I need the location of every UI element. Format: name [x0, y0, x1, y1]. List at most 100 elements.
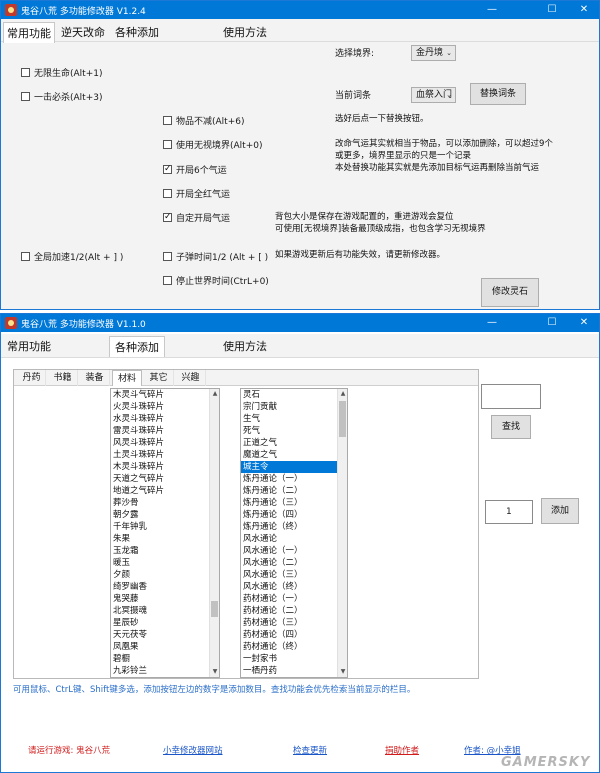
quantity-input[interactable]: 1 — [485, 500, 533, 524]
list-item[interactable]: 生气 — [241, 413, 347, 425]
scroll-down-icon[interactable]: ▼ — [210, 667, 219, 677]
list-item[interactable]: 风水通论（终） — [241, 581, 347, 593]
list-item[interactable]: 木灵斗气碎片 — [111, 389, 219, 401]
scroll-thumb[interactable] — [339, 401, 346, 437]
list-item[interactable]: 星辰砂 — [111, 617, 219, 629]
items-list[interactable]: 灵石 宗门贡献 生气 死气 正道之气 魔道之气 城主令 炼丹通论（一） 炼丹通论（二） 炼丹通论（… — [240, 388, 348, 678]
list-item[interactable]: 死气 — [241, 425, 347, 437]
scroll-up-icon[interactable]: ▲ — [338, 389, 347, 399]
list-item[interactable]: 葬沙骨 — [111, 497, 219, 509]
checkbox-box[interactable] — [21, 252, 30, 261]
checkbox-box[interactable] — [163, 252, 172, 261]
checkbox-global-speed[interactable]: 全局加速1/2(Alt + ] ) — [21, 252, 123, 264]
list-item[interactable]: 木灵斗珠碎片 — [111, 461, 219, 473]
check-update-link[interactable]: 检查更新 — [293, 744, 327, 756]
checkbox-box[interactable] — [163, 163, 172, 175]
scroll-down-icon[interactable]: ▼ — [338, 667, 347, 677]
list-item[interactable]: 凤凰果 — [111, 641, 219, 653]
checkbox-box[interactable] — [163, 276, 172, 285]
tab-fate[interactable]: 逆天改命 — [57, 22, 109, 43]
realm-dropdown[interactable]: 金丹境 ⌄ — [411, 45, 456, 61]
checkbox-box[interactable] — [163, 116, 172, 125]
checkbox-one-hit-kill[interactable]: 一击必杀(Alt+3) — [21, 92, 102, 104]
list-item[interactable]: 药材通论（一） — [241, 593, 347, 605]
list-item[interactable]: 千年钟乳 — [111, 521, 219, 533]
checkbox-box[interactable] — [163, 211, 172, 223]
list-item[interactable]: 朝夕露 — [111, 509, 219, 521]
maximize-button[interactable]: ☐ — [537, 314, 567, 332]
tab-add[interactable]: 各种添加 — [111, 22, 163, 43]
checkbox-infinite-life[interactable]: 无限生命(Alt+1) — [21, 68, 102, 80]
list-item[interactable]: 绮罗幽香 — [111, 581, 219, 593]
checkbox-box[interactable] — [21, 92, 30, 101]
list-item[interactable]: 炼丹通论（四） — [241, 509, 347, 521]
tab-usage[interactable]: 使用方法 — [219, 22, 271, 43]
list-item[interactable]: 地道之气碎片 — [111, 485, 219, 497]
checkbox-items-no-decrease[interactable]: 物品不减(Alt+6) — [163, 116, 244, 128]
list-item[interactable]: 药材通论（终） — [241, 641, 347, 653]
modify-spirit-stone-button[interactable]: 修改灵石 — [481, 278, 539, 307]
list-item[interactable]: 宗门贡献 — [241, 401, 347, 413]
list-item[interactable]: 暖玉 — [111, 557, 219, 569]
list-item[interactable]: 城主令 — [241, 461, 347, 473]
close-button[interactable]: ✕ — [569, 1, 599, 19]
subtab-other[interactable]: 其它 — [144, 370, 174, 386]
list-item[interactable]: 碧橱 — [111, 653, 219, 665]
maximize-button[interactable]: ☐ — [537, 1, 567, 19]
list-item[interactable]: 风水通论 — [241, 533, 347, 545]
list-item[interactable]: 风水通论（二） — [241, 557, 347, 569]
list-item[interactable]: 风灵斗珠碎片 — [111, 437, 219, 449]
list-item[interactable]: 北冥摄魂 — [111, 605, 219, 617]
list-item[interactable]: 灵石 — [241, 389, 347, 401]
search-button[interactable]: 查找 — [491, 415, 531, 439]
list-item[interactable]: 炼丹通论（二） — [241, 485, 347, 497]
list-item[interactable]: 炼丹通论（一） — [241, 473, 347, 485]
list-item[interactable]: 天道之气碎片 — [111, 473, 219, 485]
list-item[interactable]: 鬼哭藤 — [111, 593, 219, 605]
tab-add[interactable]: 各种添加 — [109, 336, 165, 357]
checkbox-bullet-time[interactable]: 子弹时间1/2 (Alt + [ ) — [163, 252, 268, 264]
search-input[interactable] — [481, 384, 541, 409]
scrollbar[interactable]: ▲ ▼ — [337, 389, 347, 677]
list-item[interactable]: 雷灵斗珠碎片 — [111, 425, 219, 437]
list-item[interactable]: 玉龙霜 — [111, 545, 219, 557]
minimize-button[interactable]: — — [477, 314, 507, 332]
minimize-button[interactable]: — — [477, 1, 507, 19]
checkbox-ignore-realm[interactable]: 使用无视境界(Alt+0) — [163, 140, 262, 152]
materials-list[interactable]: 木灵斗气碎片 火灵斗珠碎片 水灵斗珠碎片 雷灵斗珠碎片 风灵斗珠碎片 土灵斗珠碎片 木灵斗珠… — [110, 388, 220, 678]
title-bar[interactable]: 鬼谷八荒 多功能修改器 V1.1.0 — ☐ ✕ — [1, 314, 599, 332]
checkbox-box[interactable] — [163, 189, 172, 198]
subtab-equipment[interactable]: 装备 — [80, 370, 110, 386]
list-item[interactable]: 风水通论（一） — [241, 545, 347, 557]
list-item[interactable]: 炼丹通论（终） — [241, 521, 347, 533]
subtab-pills[interactable]: 丹药 — [18, 370, 46, 386]
checkbox-six-fortunes[interactable]: 开局6个气运 — [163, 163, 227, 177]
list-item[interactable]: 魔道之气 — [241, 449, 347, 461]
list-item[interactable]: 水灵斗珠碎片 — [111, 413, 219, 425]
scroll-up-icon[interactable]: ▲ — [210, 389, 219, 399]
add-button[interactable]: 添加 — [541, 498, 579, 524]
close-button[interactable]: ✕ — [569, 314, 599, 332]
subtab-books[interactable]: 书籍 — [48, 370, 78, 386]
list-item[interactable]: 火灵斗珠碎片 — [111, 401, 219, 413]
title-bar[interactable]: 鬼谷八荒 多功能修改器 V1.2.4 — ☐ ✕ — [1, 1, 599, 19]
list-item[interactable]: 土灵斗珠碎片 — [111, 449, 219, 461]
list-item[interactable]: 药材通论（三） — [241, 617, 347, 629]
tab-common[interactable]: 常用功能 — [3, 22, 55, 43]
list-item[interactable]: 朱果 — [111, 533, 219, 545]
list-item[interactable]: 一封家书 — [241, 653, 347, 665]
replace-entry-button[interactable]: 替换词条 — [470, 83, 526, 105]
checkbox-stop-world-time[interactable]: 停止世界时间(CtrL+0) — [163, 276, 269, 288]
list-item[interactable]: 药材通论（二） — [241, 605, 347, 617]
entry-dropdown[interactable]: 血祭入门 ⌄ — [411, 87, 456, 103]
subtab-interest[interactable]: 兴趣 — [176, 370, 206, 386]
scrollbar[interactable]: ▲ ▼ — [209, 389, 219, 677]
site-link[interactable]: 小幸修改器网站 — [163, 744, 223, 756]
checkbox-all-red-fortunes[interactable]: 开局全红气运 — [163, 189, 230, 201]
list-item[interactable]: 药材通论（四） — [241, 629, 347, 641]
list-item[interactable]: 一栖丹药 — [241, 665, 347, 677]
checkbox-box[interactable] — [163, 140, 172, 149]
donate-link[interactable]: 捐助作者 — [385, 744, 419, 756]
tab-common[interactable]: 常用功能 — [3, 336, 55, 357]
list-item[interactable]: 九彩铃兰 — [111, 665, 219, 677]
